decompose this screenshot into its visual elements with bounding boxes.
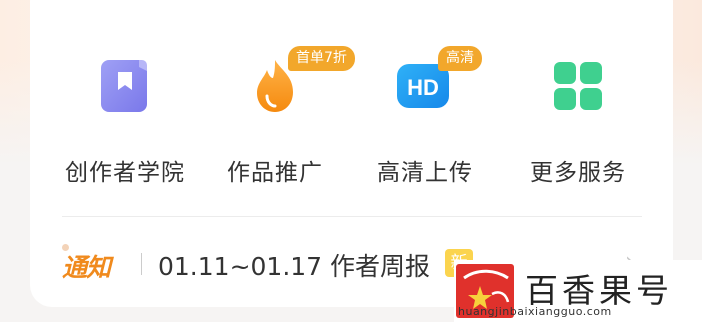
discount-badge: 首单7折 [288, 46, 355, 71]
divider [62, 216, 642, 217]
service-more[interactable]: 更多服务 [503, 36, 653, 186]
notice-separator [141, 253, 142, 275]
service-creator-academy[interactable]: 创作者学院 [50, 36, 200, 186]
grid-icon [548, 56, 608, 116]
watermark-url: huangjinbaixiangguo.com [458, 305, 612, 318]
book-bookmark-icon [95, 56, 155, 116]
service-label: 创作者学院 [65, 160, 185, 186]
service-label: 作品推广 [227, 160, 323, 186]
svg-text:HD: HD [407, 75, 439, 100]
hd-badge: 高清 [438, 46, 482, 71]
service-label: 更多服务 [530, 160, 626, 186]
notice-text[interactable]: 01.11~01.17 作者周报 [158, 247, 430, 283]
service-hd-upload[interactable]: HD 高清 高清上传 [350, 36, 500, 186]
service-label: 高清上传 [377, 160, 473, 186]
service-work-promotion[interactable]: 首单7折 作品推广 [200, 36, 355, 186]
notice-tag: 通知 [62, 253, 111, 282]
